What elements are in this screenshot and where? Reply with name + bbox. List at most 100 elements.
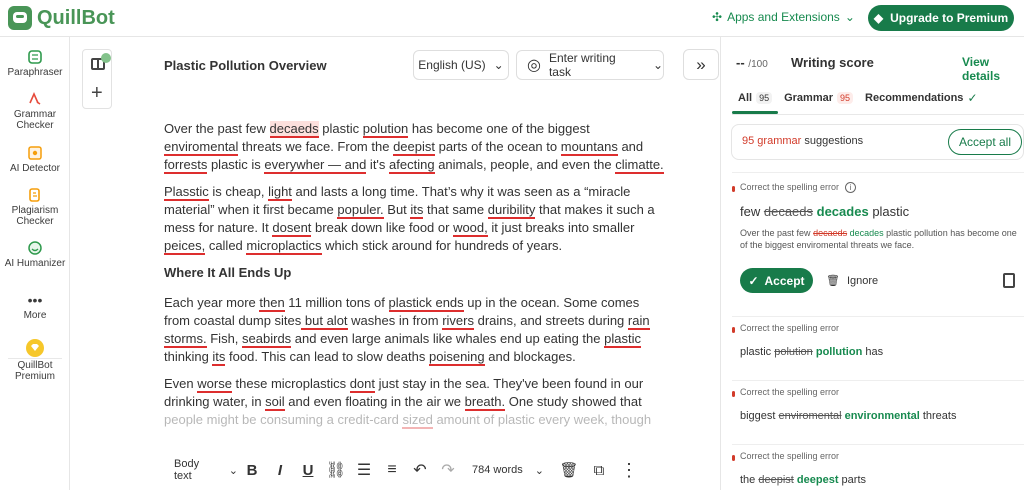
flagged-word[interactable]: polution [362,121,409,138]
error-indicator [732,391,735,397]
sidebar-item-premium[interactable]: QuillBot Premium [0,339,70,382]
suggestion-card-1[interactable]: Correct the spelling error i few decaeds … [732,172,1024,319]
flagged-word[interactable]: dosent [272,220,312,237]
suggestion-card-4[interactable]: Correct the spelling error the deepist d… [732,444,1024,490]
sidebar-item-plagiarism-checker[interactable]: Plagiarism Checker [0,188,70,227]
sidebar-item-ai-detector[interactable]: AI Detector [0,146,70,174]
text-style-dropdown[interactable]: Body text ⌄ [160,458,238,482]
flagged-word[interactable]: dont [349,376,376,393]
add-document-icon[interactable]: + [91,83,103,103]
flagged-word[interactable]: mountans [560,139,618,156]
text-segment: Fish, [206,331,243,346]
document-editor[interactable]: Over the past few decaeds plastic poluti… [164,120,664,438]
italic-icon[interactable]: I [266,458,294,482]
bold-icon[interactable]: B [238,458,266,482]
double-chevron-right-icon: » [696,54,706,74]
text-segment: people might be consuming a credit-card [164,412,403,427]
flagged-word[interactable]: sized [402,412,433,429]
sidebar-item-ai-humanizer[interactable]: AI Humanizer [0,241,70,269]
suggestions-count: 95 grammar suggestions [742,135,864,147]
flagged-word[interactable]: rivers [442,313,474,330]
editor-tools: + [82,49,112,109]
paragraph-1: Over the past few decaeds plastic poluti… [164,120,664,174]
premium-icon [26,339,44,357]
language-selector[interactable]: English (US) ⌄ [413,50,509,80]
book-icon[interactable] [1003,273,1015,288]
flagged-word[interactable]: forrests [164,157,208,174]
info-icon[interactable]: i [845,182,857,193]
apps-extensions-menu[interactable]: ✣ Apps and Extensions ⌄ [712,10,855,24]
flagged-word[interactable]: peices, [164,238,206,255]
link-icon[interactable]: ⛓ [322,458,350,482]
flagged-word[interactable]: everywher — and [264,157,367,174]
flagged-word[interactable]: seabirds [242,331,292,348]
flagged-word[interactable]: populer. [337,202,384,219]
bullet-list-icon[interactable]: ☰ [350,458,378,482]
delete-icon[interactable]: 🗑 [554,458,584,482]
sidebar-item-paraphraser[interactable]: Paraphraser [0,50,70,78]
text-segment: Even [164,376,198,391]
text-segment: and even large animals like whales end u… [291,331,605,346]
sidebar-item-grammar-checker[interactable]: Grammar Checker [0,92,70,131]
flagged-word[interactable]: afecting [389,157,435,174]
flagged-word[interactable]: enviromental [164,139,239,156]
suggestion-card-3[interactable]: Correct the spelling error biggest envir… [732,380,1024,444]
text-segment: amount of plastic every week, though [432,412,652,427]
tab-recommendations[interactable]: Recommendations ✓ [865,91,977,105]
flagged-word[interactable]: duribility [487,202,536,219]
flagged-word[interactable]: microplactics [246,238,322,255]
document-title[interactable]: Plastic Pollution Overview [164,58,327,73]
diamond-icon: ◆ [873,11,884,25]
ignore-suggestion-button[interactable]: 🗑 Ignore [826,274,878,288]
accept-suggestion-button[interactable]: ✓ Accept [740,268,813,293]
flagged-word[interactable]: deepist [393,139,435,156]
section-heading: Where It All Ends Up [164,265,292,280]
expand-panel-button[interactable]: » [683,49,719,80]
suggestion-context: Over the past few decaeds decades plasti… [740,228,1017,250]
copy-icon[interactable]: ⧉ [584,458,614,482]
redo-icon[interactable]: ↷ [434,458,462,482]
accept-all-button[interactable]: Accept all [948,129,1022,155]
check-circle-icon: ✓ [967,91,978,105]
paragraph-3: Each year more then 11 million tons of p… [164,294,664,366]
flagged-word[interactable]: Plasstic [164,184,209,201]
flagged-word[interactable]: its [212,349,226,366]
word-count-dropdown[interactable]: 784 words ⌄ [462,458,554,482]
flagged-word[interactable]: soil [265,394,285,411]
writing-score: -- /100 [736,55,768,70]
target-icon: ◎ [527,57,541,74]
flagged-word[interactable]: then [259,295,285,312]
flagged-word[interactable]: worse [197,376,232,393]
tab-grammar[interactable]: Grammar 95 [784,91,854,105]
underline-icon[interactable]: U [294,458,322,482]
writing-task-selector[interactable]: ◎ Enter writing task ⌄ [516,50,664,80]
flagged-word[interactable]: decaeds [269,121,319,138]
flagged-word[interactable]: climatte. [615,157,664,174]
error-indicator [732,455,735,461]
text-segment: which stick around for hundreds of years… [321,238,563,253]
grammar-checker-icon [29,92,41,105]
text-segment: and even floating in the air we [284,394,465,409]
tab-all[interactable]: All 95 [738,91,773,105]
suggestion-card-2[interactable]: Correct the spelling error plastic polut… [732,316,1024,380]
flagged-word[interactable]: plastic [604,331,641,348]
chevron-down-icon: ⌄ [493,58,504,72]
flagged-word[interactable]: wood, [453,220,488,237]
sidebar-item-more[interactable]: ••• More [0,293,70,321]
flagged-word[interactable]: breath. [464,394,506,411]
paragraph-2: Plasstic is cheap, light and lasts a lon… [164,183,664,255]
quillbot-logo[interactable]: QuillBot [8,6,115,30]
chevron-down-icon: ⌄ [844,10,855,24]
flagged-word[interactable]: but alot [301,313,348,330]
view-details-link[interactable]: View details [962,55,1024,83]
flagged-word[interactable]: poisening [428,349,485,366]
flagged-word[interactable]: plastick ends [388,295,464,312]
undo-icon[interactable]: ↶ [406,458,434,482]
writing-task-placeholder: Enter writing task [548,51,616,79]
numbered-list-icon[interactable]: ≡ [378,458,406,482]
flagged-word[interactable]: light [268,184,292,201]
flagged-word[interactable]: its [410,202,424,219]
text-segment: parts of the ocean to [434,139,561,154]
more-vertical-icon[interactable]: ⋮ [614,458,644,482]
upgrade-premium-button[interactable]: ◆ Upgrade to Premium [868,5,1014,31]
